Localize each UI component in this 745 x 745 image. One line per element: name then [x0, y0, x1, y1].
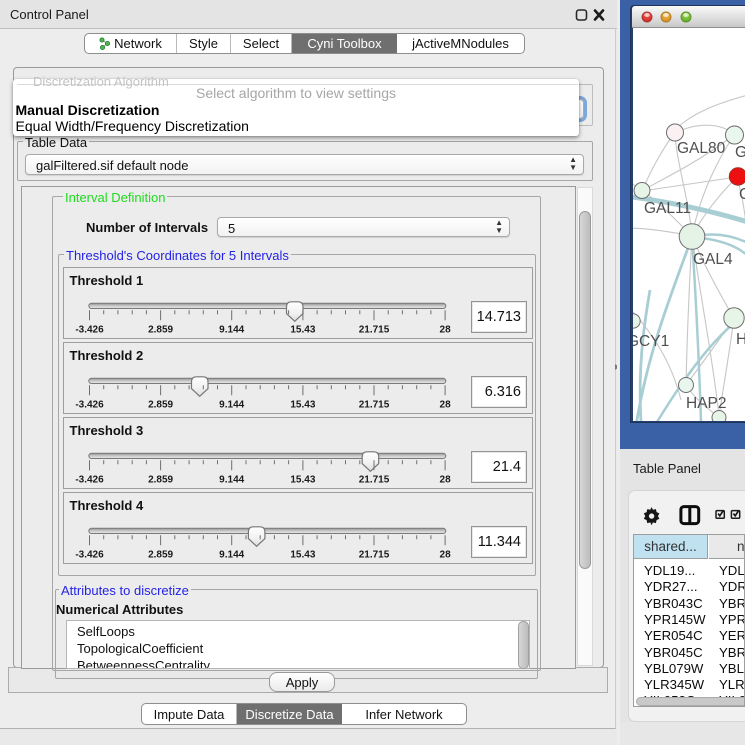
svg-text:15.43: 15.43 [290, 475, 315, 486]
svg-text:9.144: 9.144 [219, 475, 244, 486]
svg-text:-3.426: -3.426 [75, 325, 104, 336]
svg-text:GCY1: GCY1 [633, 333, 669, 350]
svg-text:GAL80: GAL80 [677, 140, 726, 157]
svg-text:28: 28 [439, 325, 451, 336]
svg-text:-3.426: -3.426 [75, 400, 104, 411]
svg-text:GAL11: GAL11 [644, 200, 691, 217]
svg-text:28: 28 [439, 400, 451, 411]
svg-text:28: 28 [439, 550, 451, 561]
svg-text:21.715: 21.715 [358, 475, 389, 486]
svg-text:HAP2: HAP2 [686, 395, 727, 412]
svg-text:2.859: 2.859 [148, 475, 173, 486]
svg-text:28: 28 [439, 475, 451, 486]
svg-text:15.43: 15.43 [290, 550, 315, 561]
svg-text:2.859: 2.859 [148, 550, 173, 561]
svg-text:H: H [736, 331, 745, 348]
svg-text:GA: GA [735, 144, 745, 161]
svg-text:2.859: 2.859 [148, 400, 173, 411]
svg-text:-3.426: -3.426 [75, 475, 104, 486]
svg-text:2.859: 2.859 [148, 325, 173, 336]
svg-text:21.715: 21.715 [358, 325, 389, 336]
svg-text:GAL4: GAL4 [693, 251, 733, 268]
svg-text:C: C [739, 186, 745, 203]
svg-text:9.144: 9.144 [219, 325, 244, 336]
svg-text:-3.426: -3.426 [75, 550, 104, 561]
svg-text:9.144: 9.144 [219, 550, 244, 561]
svg-text:15.43: 15.43 [290, 325, 315, 336]
svg-text:15.43: 15.43 [290, 400, 315, 411]
svg-text:21.715: 21.715 [358, 400, 389, 411]
svg-text:21.715: 21.715 [358, 550, 389, 561]
svg-text:9.144: 9.144 [219, 400, 244, 411]
